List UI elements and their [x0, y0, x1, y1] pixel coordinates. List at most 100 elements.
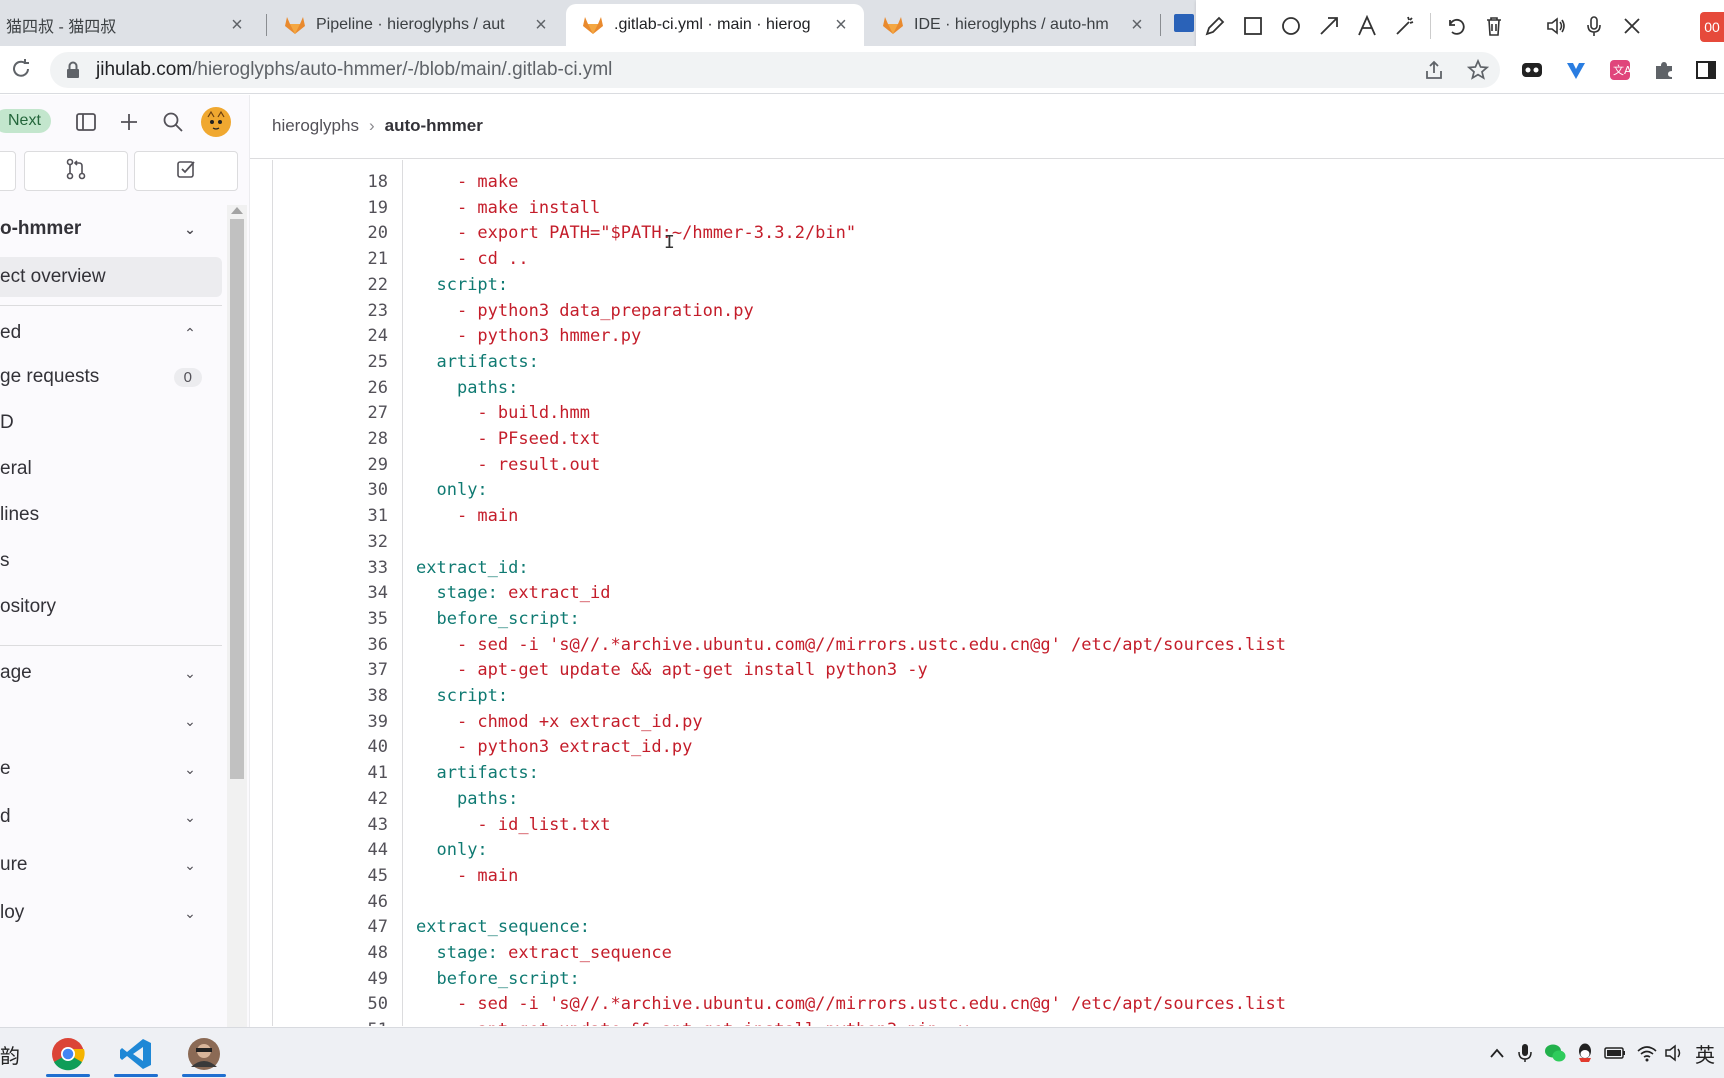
user-photo-icon[interactable] — [174, 1031, 234, 1077]
line-number[interactable]: 40 — [288, 737, 388, 757]
line-number[interactable]: 38 — [288, 686, 388, 706]
tab-close-icon[interactable]: × — [830, 14, 852, 37]
extension-vpn-icon[interactable] — [1564, 58, 1588, 82]
sidebar-tab-issues[interactable] — [0, 151, 16, 191]
line-number[interactable]: 48 — [288, 943, 388, 963]
line-number[interactable]: 45 — [288, 866, 388, 886]
arrow-tool-icon[interactable] — [1310, 0, 1348, 52]
create-new-icon[interactable] — [115, 108, 143, 136]
sidebar-item-jobs[interactable]: s — [0, 541, 222, 581]
tray-wechat-icon[interactable] — [1544, 1042, 1566, 1064]
browser-tab[interactable]: 猫四叔 - 猫四叔 × — [0, 4, 260, 46]
project-switcher[interactable]: o-hmmer ⌄ — [0, 209, 222, 249]
sidebar-tab-merge-requests[interactable] — [24, 151, 128, 191]
sidebar-item-code[interactable]: e ⌄ — [0, 749, 222, 789]
browser-tab-active[interactable]: .gitlab-ci.yml · main · hierog × — [566, 4, 864, 46]
side-panel-icon[interactable] — [1694, 58, 1718, 82]
rectangle-tool-icon[interactable] — [1234, 0, 1272, 52]
ime-language-indicator[interactable]: 英 — [1694, 1042, 1716, 1067]
line-number[interactable]: 35 — [288, 609, 388, 629]
sidebar-tab-todos[interactable] — [134, 151, 238, 191]
tab-close-icon[interactable]: × — [530, 14, 552, 37]
sidebar-item-secure[interactable]: ure ⌄ — [0, 845, 222, 885]
url-text[interactable]: jihulab.com/hieroglyphs/auto-hmmer/-/blo… — [96, 59, 612, 81]
line-number[interactable]: 49 — [288, 969, 388, 989]
tray-battery-icon[interactable] — [1604, 1042, 1626, 1064]
extensions-puzzle-icon[interactable] — [1652, 58, 1676, 82]
line-number[interactable]: 39 — [288, 712, 388, 732]
microphone-icon[interactable] — [1575, 0, 1613, 52]
line-number[interactable]: 47 — [288, 917, 388, 937]
undo-icon[interactable] — [1437, 0, 1475, 52]
sidebar-item-manage[interactable]: age ⌄ — [0, 653, 222, 693]
chrome-icon[interactable] — [38, 1031, 98, 1077]
search-icon[interactable] — [159, 108, 187, 136]
tray-microphone-icon[interactable] — [1514, 1042, 1536, 1064]
line-number[interactable]: 51 — [288, 1020, 388, 1026]
line-number[interactable]: 46 — [288, 892, 388, 912]
trash-icon[interactable] — [1475, 0, 1513, 52]
magic-wand-icon[interactable] — [1386, 0, 1424, 52]
partial-tab-favicon-icon[interactable] — [1174, 14, 1194, 32]
browser-tab[interactable]: IDE · hieroglyphs / auto-hm × — [866, 4, 1160, 46]
extension-mask-icon[interactable] — [1520, 58, 1544, 82]
sidebar-item-pinned[interactable]: ed ⌃ — [0, 313, 222, 353]
reload-icon[interactable] — [8, 56, 34, 82]
line-number[interactable]: 30 — [288, 480, 388, 500]
sidebar-item-cicd[interactable]: D — [0, 403, 222, 443]
tray-qq-icon[interactable] — [1574, 1042, 1596, 1064]
sidebar-item-pipelines[interactable]: lines — [0, 495, 222, 535]
line-number[interactable]: 23 — [288, 301, 388, 321]
lock-icon[interactable] — [66, 61, 82, 79]
line-number[interactable]: 44 — [288, 840, 388, 860]
next-badge[interactable]: Next — [0, 109, 51, 133]
sidebar-item-project-overview[interactable]: ect overview — [0, 257, 222, 297]
speaker-icon[interactable] — [1537, 0, 1575, 52]
avatar[interactable] — [201, 107, 231, 137]
line-number[interactable]: 19 — [288, 198, 388, 218]
sidebar-item-general[interactable]: eral — [0, 449, 222, 489]
line-number[interactable]: 21 — [288, 249, 388, 269]
line-number[interactable]: 41 — [288, 763, 388, 783]
line-number[interactable]: 43 — [288, 815, 388, 835]
line-number[interactable]: 28 — [288, 429, 388, 449]
vscode-icon[interactable] — [106, 1031, 166, 1077]
text-tool-icon[interactable] — [1348, 0, 1386, 52]
line-number[interactable]: 29 — [288, 455, 388, 475]
pencil-icon[interactable] — [1196, 0, 1234, 52]
sidebar-toggle-icon[interactable] — [72, 108, 100, 136]
line-number[interactable]: 24 — [288, 326, 388, 346]
line-number[interactable]: 33 — [288, 558, 388, 578]
sidebar-item-build[interactable]: d ⌄ — [0, 797, 222, 837]
sidebar-scrollbar[interactable] — [227, 205, 247, 1027]
line-number[interactable]: 25 — [288, 352, 388, 372]
share-icon[interactable] — [1422, 58, 1446, 82]
code-viewer[interactable]: 18 19 20 21 22 23 24 25 26 27 28 29 30 31 32 33 34 35 36 37… — [272, 160, 1724, 1026]
tray-volume-icon[interactable] — [1664, 1042, 1686, 1064]
sidebar-item-merge-requests[interactable]: ge requests 0 — [0, 357, 222, 397]
scrollbar-thumb[interactable] — [230, 219, 244, 779]
tab-close-icon[interactable]: × — [1126, 14, 1148, 37]
line-number[interactable]: 36 — [288, 635, 388, 655]
breadcrumb-project-link[interactable]: auto-hmmer — [385, 116, 483, 136]
line-number[interactable]: 20 — [288, 223, 388, 243]
scroll-up-arrow-icon[interactable] — [231, 207, 243, 214]
sidebar-item-deploy[interactable]: loy ⌄ — [0, 893, 222, 933]
extension-translate-icon[interactable]: 文A — [1608, 58, 1632, 82]
bookmark-star-icon[interactable] — [1466, 58, 1490, 82]
sidebar-item-repository[interactable]: ository — [0, 587, 222, 627]
line-number[interactable]: 27 — [288, 403, 388, 423]
tab-close-icon[interactable]: × — [226, 14, 248, 37]
line-number[interactable]: 31 — [288, 506, 388, 526]
line-number[interactable]: 37 — [288, 660, 388, 680]
line-number[interactable]: 50 — [288, 994, 388, 1014]
tray-expand-icon[interactable] — [1486, 1042, 1508, 1064]
circle-tool-icon[interactable] — [1272, 0, 1310, 52]
line-number[interactable]: 32 — [288, 532, 388, 552]
line-number[interactable]: 22 — [288, 275, 388, 295]
close-icon[interactable] — [1613, 0, 1651, 52]
line-number[interactable]: 34 — [288, 583, 388, 603]
browser-tab[interactable]: Pipeline · hieroglyphs / aut × — [268, 4, 564, 46]
line-number[interactable]: 42 — [288, 789, 388, 809]
line-number[interactable]: 26 — [288, 378, 388, 398]
